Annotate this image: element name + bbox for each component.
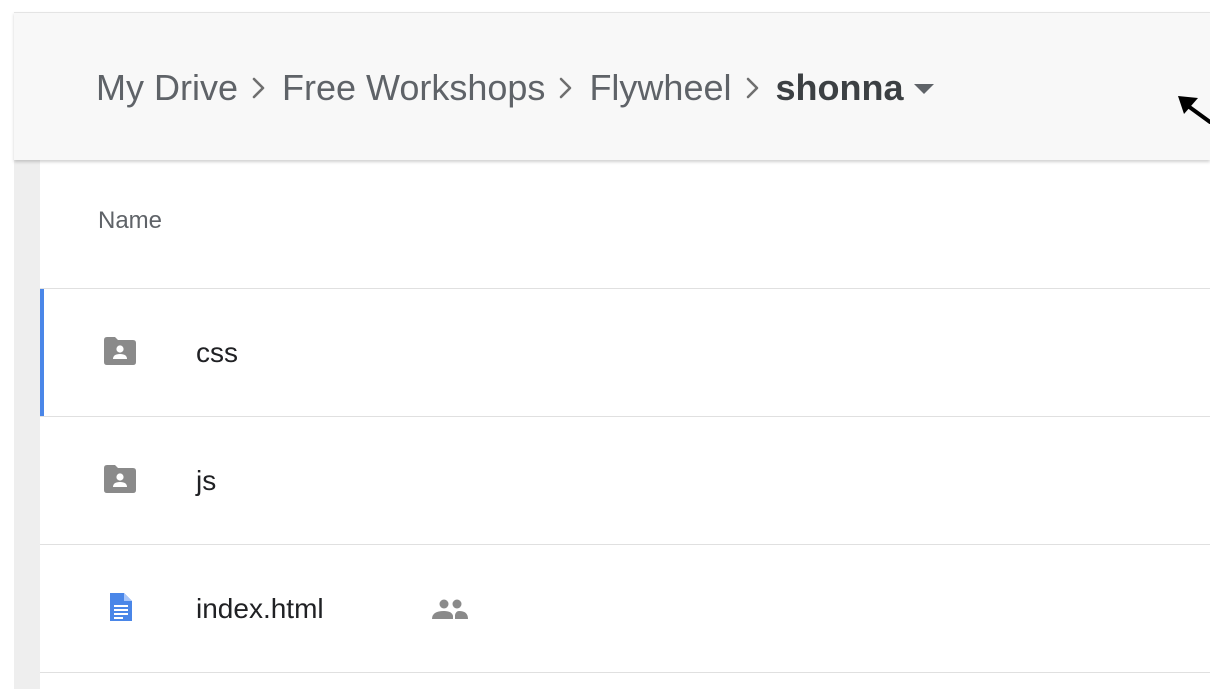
breadcrumb: My Drive Free Workshops Flywheel shonna xyxy=(96,63,944,113)
caret-down-icon[interactable] xyxy=(904,63,944,113)
shared-people-icon xyxy=(432,599,468,619)
google-doc-icon xyxy=(110,593,132,621)
breadcrumb-flywheel[interactable]: Flywheel xyxy=(589,67,731,109)
list-item[interactable]: index.html xyxy=(40,545,1210,673)
drive-page: My Drive Free Workshops Flywheel shonna … xyxy=(0,0,1210,689)
chevron-right-icon xyxy=(240,63,280,113)
breadcrumb-free-workshops[interactable]: Free Workshops xyxy=(282,67,545,109)
list-item[interactable]: js xyxy=(40,417,1210,545)
file-list: Name css js index.html xyxy=(40,159,1210,689)
shared-folder-icon xyxy=(104,337,136,365)
file-name: js xyxy=(196,465,217,496)
breadcrumb-current-folder[interactable]: shonna xyxy=(776,67,904,109)
breadcrumb-bar: My Drive Free Workshops Flywheel shonna xyxy=(14,12,1210,160)
file-name: index.html xyxy=(196,593,324,624)
column-header: Name xyxy=(40,159,1210,289)
file-name: css xyxy=(196,337,238,368)
pointer-arrow-icon xyxy=(1178,96,1210,124)
left-rail xyxy=(14,159,40,689)
breadcrumb-my-drive[interactable]: My Drive xyxy=(96,67,238,109)
shared-folder-icon xyxy=(104,465,136,493)
chevron-right-icon xyxy=(734,63,774,113)
name-column-header[interactable]: Name xyxy=(98,207,162,235)
list-item[interactable]: css xyxy=(40,289,1210,417)
top-strip xyxy=(0,0,1210,12)
chevron-right-icon xyxy=(547,63,587,113)
